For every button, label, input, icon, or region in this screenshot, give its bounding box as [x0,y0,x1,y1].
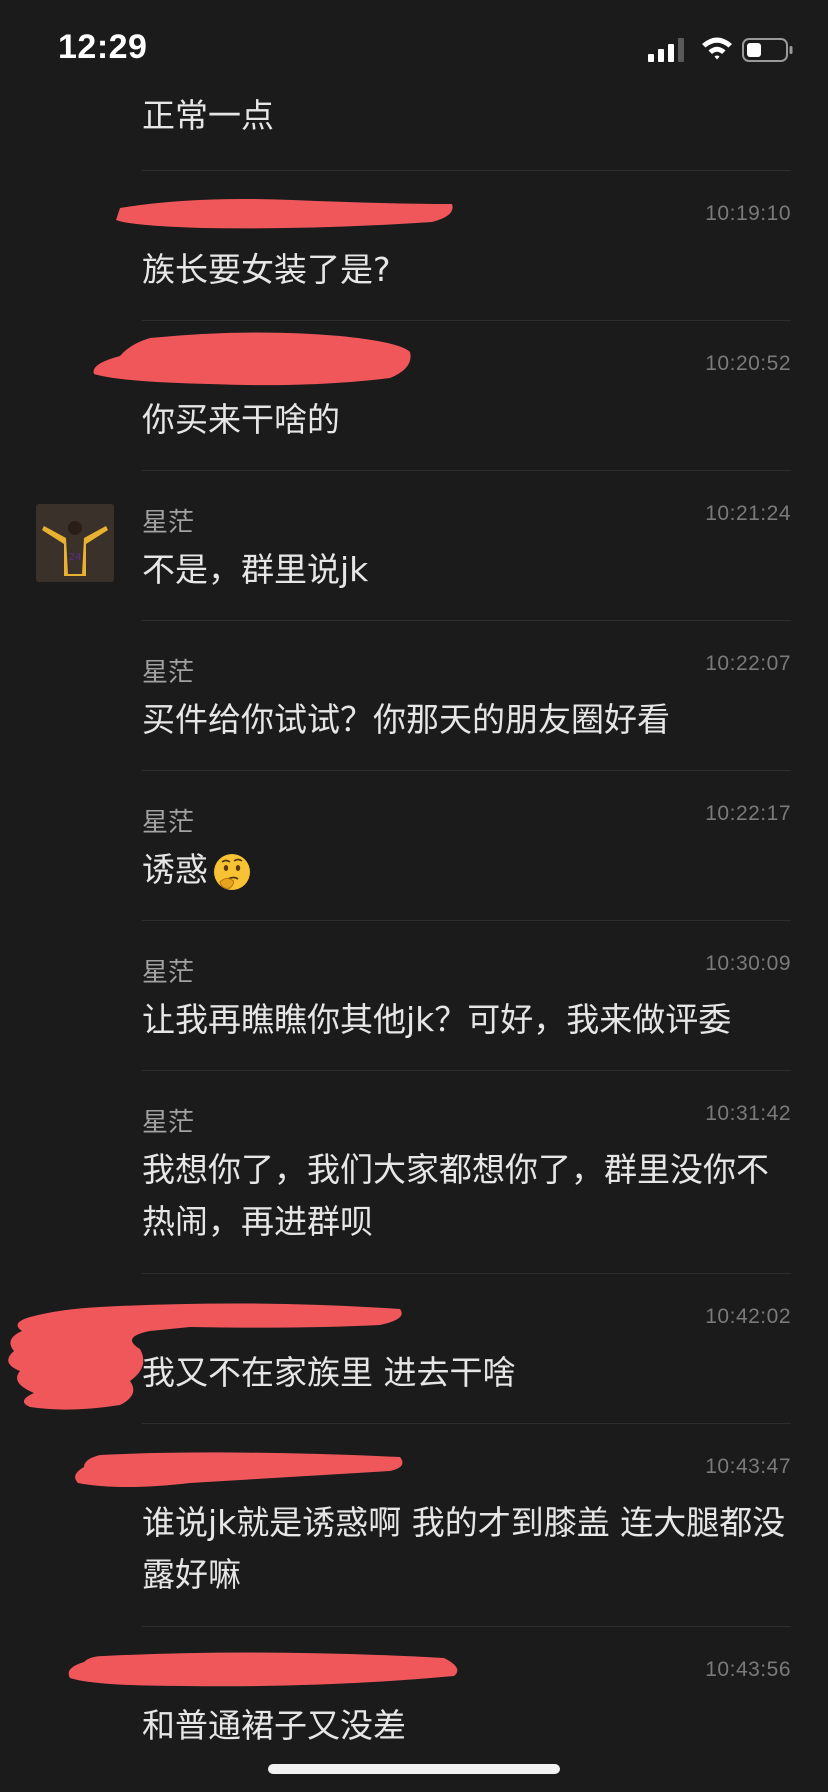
thinking-face-icon [214,853,250,890]
message-text-wrap: 诱惑 [142,844,798,896]
redaction-mark [68,1652,458,1687]
divider [142,770,791,771]
message-time: 10:42:02 [705,1305,791,1328]
message-text: 正常一点 [142,96,274,135]
message-text: 我想你了，我们大家都想你了，群里没你不热闹，再进群呗 [142,1150,769,1241]
avatar[interactable]: 24 [36,504,114,582]
message-time: 10:30:09 [705,952,791,975]
divider [142,1626,791,1627]
message-time: 10:22:07 [705,652,791,675]
divider [142,620,791,621]
cellular-signal-icon [648,38,684,62]
message-sender: 星茫 [142,658,195,688]
message-time: 10:21:24 [705,502,791,525]
divider [142,170,791,171]
redaction-mark [116,199,453,229]
divider [142,1423,791,1424]
home-indicator[interactable] [268,1764,560,1774]
divider [142,320,791,321]
divider [142,1273,791,1274]
message-text: 不是，群里说jk [142,550,369,589]
message-text: 我又不在家族里 进去干啥 [142,1353,516,1392]
message-text: 和普通裙子又没差 [142,1706,406,1745]
divider [142,920,791,921]
message-text: 族长要女装了是? [142,250,391,289]
message-time: 10:43:47 [705,1455,791,1478]
redaction-mark [93,332,411,386]
divider [142,470,791,471]
status-time: 12:29 [58,28,148,66]
message-text: 你买来干啥的 [142,400,340,439]
divider [142,1070,791,1071]
message-text: 买件给你试试？你那天的朋友圈好看 [142,700,670,739]
message-text: 谁说jk就是诱惑啊 我的才到膝盖 连大腿都没露好嘛 [142,1503,786,1594]
redaction-mark [75,1452,403,1487]
message-sender: 星茫 [142,508,195,538]
message-sender: 星茫 [142,1108,195,1138]
message-time: 10:43:56 [705,1658,791,1681]
message-sender: 星茫 [142,958,195,988]
battery-icon [742,38,793,62]
message-time: 10:20:52 [705,352,791,375]
message-time: 10:31:42 [705,1102,791,1125]
message-text: 让我再瞧瞧你其他jk？可好，我来做评委 [142,1000,732,1039]
status-bar: 12:29 [0,0,828,96]
svg-text:24: 24 [69,552,82,563]
wifi-icon [702,37,732,60]
message-text: 诱惑 [142,850,208,889]
message-sender: 星茫 [142,808,195,838]
message-time: 10:22:17 [705,802,791,825]
message-time: 10:19:10 [705,202,791,225]
